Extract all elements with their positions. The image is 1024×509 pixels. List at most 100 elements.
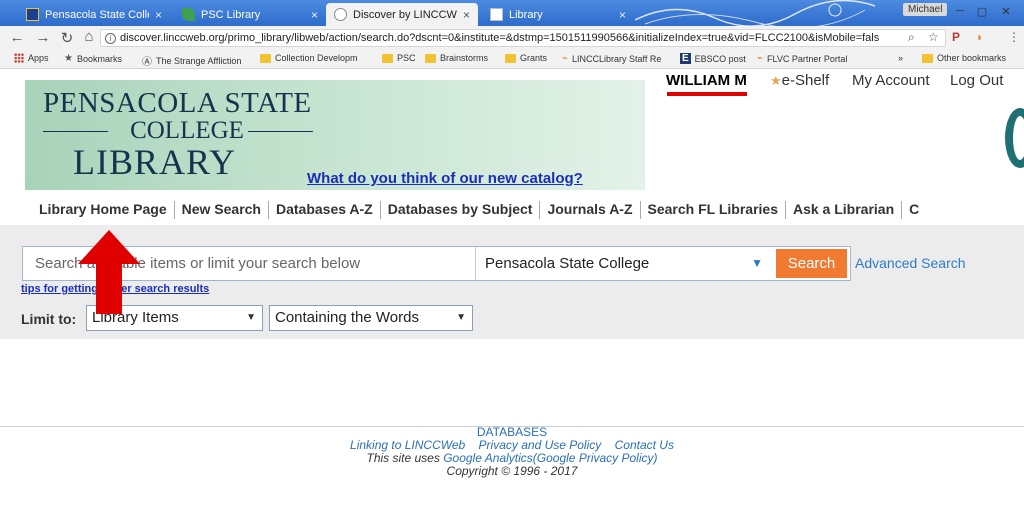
- star-icon: ★: [770, 73, 782, 88]
- bookmark-lincclibrary-staff[interactable]: ⌁ LINCCLibrary Staff Re: [562, 53, 661, 64]
- bookmark-grants[interactable]: Grants: [505, 53, 547, 63]
- tab-psc-library[interactable]: PSC Library ×: [174, 3, 326, 26]
- close-icon[interactable]: ×: [155, 8, 162, 22]
- bookmark-strange-affliction[interactable]: Ⓐ The Strange Affliction: [142, 53, 241, 69]
- tab-discover-by-linccweb[interactable]: Discover by LINCCWeb ×: [326, 3, 478, 26]
- bookmark-bookmarks[interactable]: ★ Bookmarks: [64, 53, 122, 64]
- limit-match-value: Containing the Words: [275, 309, 419, 326]
- bookmark-label: Other bookmarks: [937, 53, 1007, 63]
- bookmark-label: Collection Developm: [275, 53, 358, 63]
- bookmark-label: Apps: [28, 53, 49, 63]
- folder-icon: [505, 53, 516, 63]
- nav-journals-a-z[interactable]: Journals A-Z: [540, 201, 641, 219]
- home-icon[interactable]: ⌂: [78, 28, 100, 45]
- red-underline-annotation: [667, 92, 747, 96]
- user-name[interactable]: WILLIAM M: [666, 72, 747, 89]
- advanced-search-link[interactable]: Advanced Search: [855, 255, 966, 271]
- footer-contact-link[interactable]: Contact Us: [615, 438, 674, 452]
- nav-search-fl-libraries[interactable]: Search FL Libraries: [641, 201, 786, 219]
- library-banner: PENSACOLA STATE COLLEGE LIBRARY What do …: [25, 80, 645, 190]
- bookmark-label: LINCCLibrary Staff Re: [572, 53, 662, 64]
- menu-icon[interactable]: ⋮: [1008, 30, 1020, 44]
- catalog-feedback-link[interactable]: What do you think of our new catalog?: [307, 170, 583, 187]
- main-nav: Library Home Page New Search Databases A…: [32, 201, 926, 219]
- bookmark-label: Brainstorms: [440, 53, 489, 63]
- tab-library[interactable]: Library ×: [482, 3, 634, 26]
- footer-privacy-link[interactable]: Privacy and Use Policy: [479, 438, 602, 452]
- url-text: discover.linccweb.org/primo_library/libw…: [120, 32, 880, 44]
- logo-line-1: PENSACOLA STATE: [43, 87, 312, 119]
- scope-select[interactable]: Pensacola State College ▼: [475, 247, 775, 280]
- folder-icon: [425, 53, 436, 63]
- zoom-icon[interactable]: ⌕: [908, 30, 915, 45]
- nav-truncated-item[interactable]: C: [902, 201, 926, 219]
- dropdown-arrow-icon: ▼: [246, 312, 256, 323]
- eshelf-link[interactable]: ★e-Shelf: [770, 72, 829, 89]
- reload-icon[interactable]: ↻: [56, 29, 78, 47]
- linccweb-icon: ⌁: [562, 53, 569, 64]
- nav-databases-a-z[interactable]: Databases A-Z: [269, 201, 381, 219]
- footer-copyright: Copyright © 1996 - 2017: [446, 464, 578, 478]
- window-close-icon[interactable]: ✕: [996, 3, 1016, 19]
- apps-icon: [14, 53, 24, 63]
- search-box: Pensacola State College ▼ Search: [22, 246, 851, 281]
- footer-databases-link[interactable]: DATABASES: [477, 425, 547, 439]
- bookmark-apps[interactable]: Apps: [14, 53, 49, 63]
- bookmark-label: FLVC Partner Portal: [767, 53, 848, 64]
- maximize-icon[interactable]: ▢: [972, 3, 992, 19]
- footer-linking-link[interactable]: Linking to LINCCWeb: [350, 438, 465, 452]
- close-icon[interactable]: ×: [463, 8, 470, 22]
- bookmark-other-bookmarks[interactable]: Other bookmarks: [922, 53, 1006, 63]
- bookmark-ebsco-post[interactable]: E EBSCO post: [680, 53, 746, 64]
- logo-line-2: COLLEGE: [43, 118, 313, 144]
- bookmark-collection-development[interactable]: Collection Developm: [260, 53, 358, 63]
- partner-logo-icon: [1005, 108, 1024, 168]
- url-field[interactable]: i discover.linccweb.org/primo_library/li…: [100, 29, 946, 47]
- nav-new-search[interactable]: New Search: [175, 201, 269, 219]
- bookmark-label: Grants: [520, 53, 548, 63]
- forward-icon[interactable]: →: [32, 29, 54, 46]
- bookmark-label: Bookmarks: [76, 53, 122, 64]
- tab-title: Discover by LINCCWeb: [353, 8, 457, 21]
- tab-title: Library: [509, 8, 543, 21]
- nav-databases-by-subject[interactable]: Databases by Subject: [381, 201, 541, 219]
- back-icon[interactable]: ←: [6, 29, 28, 46]
- scope-value: Pensacola State College: [485, 255, 650, 272]
- search-button[interactable]: Search: [776, 249, 847, 278]
- nav-library-home-page[interactable]: Library Home Page: [32, 201, 175, 219]
- blank-favicon-icon: [490, 8, 503, 21]
- close-icon[interactable]: ×: [311, 8, 318, 22]
- tab-pensacola-state-college[interactable]: Pensacola State College ×: [18, 3, 170, 26]
- logo-line-3: LIBRARY: [73, 142, 237, 182]
- library-logo[interactable]: PENSACOLA STATE COLLEGE LIBRARY: [43, 88, 313, 180]
- footer-analytics-link[interactable]: Google Analytics(Google Privacy Policy): [443, 451, 657, 465]
- bookmark-psc[interactable]: PSC: [382, 53, 416, 63]
- dropdown-arrow-icon: ▼: [456, 312, 466, 323]
- address-bar: ← → ↻ ⌂ i discover.linccweb.org/primo_li…: [0, 26, 1024, 50]
- limit-to-label: Limit to:: [21, 311, 77, 327]
- close-icon[interactable]: ×: [619, 8, 626, 22]
- bookmarks-bar: Apps ★ Bookmarks Ⓐ The Strange Afflictio…: [0, 50, 1024, 69]
- tab-title: PSC Library: [201, 8, 261, 21]
- pinterest-icon[interactable]: P: [952, 30, 960, 44]
- folder-icon: [260, 53, 271, 63]
- my-account-link[interactable]: My Account: [852, 72, 930, 89]
- bookmark-flvc-partner-portal[interactable]: ⌁ FLVC Partner Portal: [757, 53, 847, 64]
- info-icon[interactable]: i: [105, 32, 116, 44]
- tab-title: Pensacola State College: [45, 8, 149, 21]
- user-links: WILLIAM M ★e-Shelf My Account Log Out: [636, 70, 1024, 96]
- rss-icon[interactable]: ◗: [976, 30, 983, 44]
- bookmarks-overflow[interactable]: »: [898, 53, 903, 63]
- nav-ask-a-librarian[interactable]: Ask a Librarian: [786, 201, 903, 219]
- profile-chip[interactable]: Michael: [903, 3, 948, 16]
- limit-match-select[interactable]: Containing the Words ▼: [269, 305, 473, 331]
- bookmark-label: EBSCO post: [694, 53, 746, 64]
- bookmark-brainstorms[interactable]: Brainstorms: [425, 53, 488, 63]
- bookmark-star-icon[interactable]: ☆: [928, 30, 939, 44]
- linccweb-favicon-icon: [334, 8, 347, 21]
- star-icon: ★: [64, 53, 73, 64]
- log-out-link[interactable]: Log Out: [950, 72, 1003, 89]
- folder-icon: [382, 53, 393, 63]
- search-panel: Pensacola State College ▼ Search Advance…: [0, 225, 1024, 339]
- minimize-icon[interactable]: ─: [950, 3, 970, 19]
